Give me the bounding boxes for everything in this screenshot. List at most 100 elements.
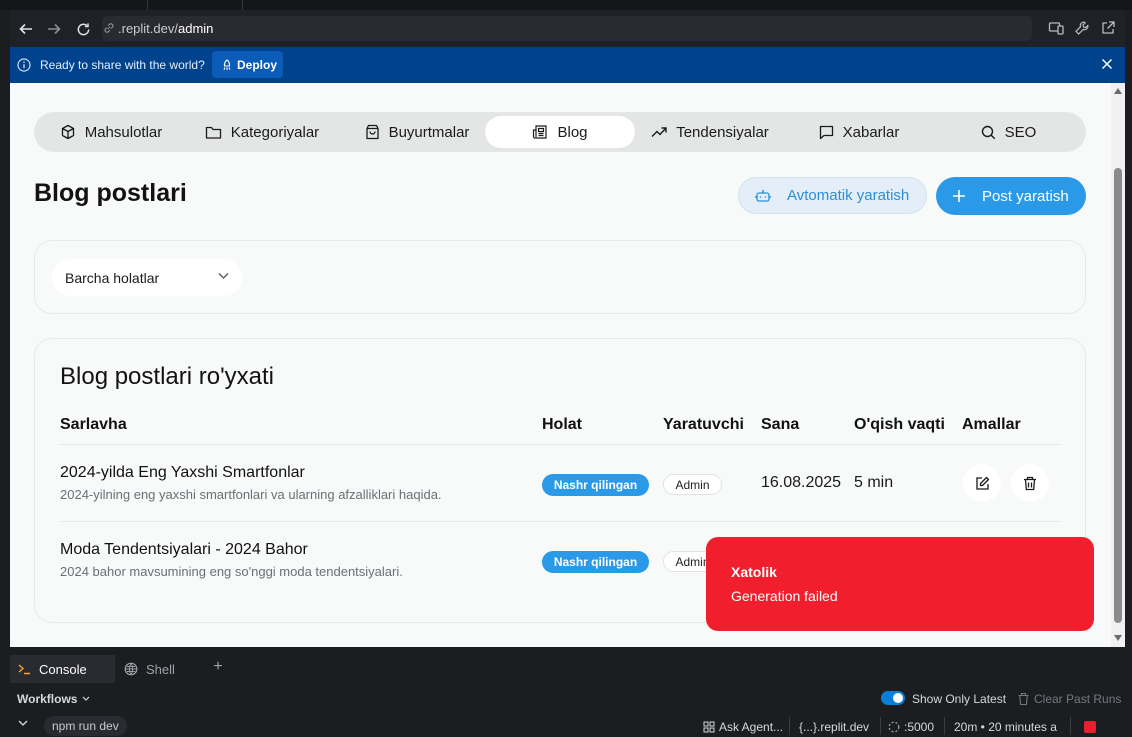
bot-icon — [755, 188, 771, 204]
open-external-icon[interactable] — [1100, 20, 1118, 38]
edit-icon — [975, 476, 990, 491]
chevron-down-icon — [218, 272, 229, 280]
tab-label: Xabarlar — [842, 123, 900, 141]
page-title: Blog postlari — [34, 179, 187, 207]
trash-icon — [1018, 693, 1029, 705]
browser-tab[interactable] — [18, 0, 148, 10]
column-header: Holat — [542, 416, 582, 433]
column-header: Yaratuvchi — [663, 416, 744, 433]
link-icon — [103, 22, 115, 34]
scroll-up-icon[interactable] — [1114, 88, 1122, 94]
status-filter-select[interactable]: Barcha holatlar — [52, 259, 242, 296]
tab-kategoriyalar[interactable]: Kategoriyalar — [193, 116, 331, 148]
clear-past-runs-button[interactable]: Clear Past Runs — [1018, 692, 1121, 706]
back-icon[interactable] — [16, 19, 36, 39]
close-icon[interactable] — [1101, 58, 1113, 70]
workspace-bottom-panel: Console Shell + Workflows Show Only Late… — [0, 647, 1132, 737]
divider — [60, 521, 1061, 522]
error-toast[interactable]: Xatolik Generation failed — [706, 537, 1094, 631]
workflow-name[interactable]: npm run dev — [44, 716, 127, 736]
add-tab-button[interactable]: + — [210, 659, 226, 675]
tab-label: Tendensiyalar — [676, 123, 769, 141]
list-title: Blog postlari ro'yxati — [60, 363, 275, 390]
tab-label: Kategoriyalar — [230, 123, 320, 141]
domain-link[interactable]: {...}.replit.dev — [799, 720, 869, 734]
status-filter-value: Barcha holatlar — [65, 269, 160, 286]
post-description: 2024 bahor mavsumining eng so'nggi moda … — [60, 564, 403, 579]
author-badge: Admin — [663, 474, 722, 495]
tab-seo[interactable]: SEO — [971, 116, 1046, 148]
deploy-banner: Ready to share with the world? Deploy — [10, 47, 1125, 83]
tab-label: Mahsulotlar — [84, 123, 163, 141]
deploy-button[interactable]: Deploy — [212, 51, 283, 78]
loading-icon — [888, 721, 900, 733]
divider — [60, 444, 1061, 445]
tab-label: Shell — [146, 661, 175, 677]
auto-generate-button[interactable]: Avtomatik yaratish — [738, 177, 927, 214]
tab-tendensiyalar[interactable]: Tendensiyalar — [645, 116, 775, 148]
agent-icon — [703, 721, 715, 733]
collapse-chevron-icon[interactable] — [18, 720, 28, 727]
tab-blog[interactable]: Blog — [485, 116, 635, 148]
chevron-down-icon — [82, 696, 90, 702]
tab-label: Buyurtmalar — [388, 123, 470, 141]
clear-runs-label: Clear Past Runs — [1034, 692, 1122, 706]
url-bar[interactable] — [102, 16, 1032, 41]
tab-buyurtmalar[interactable]: Buyurtmalar — [347, 116, 487, 148]
edit-button[interactable] — [963, 464, 1001, 502]
message-icon — [819, 125, 834, 140]
show-latest-toggle[interactable] — [881, 691, 905, 705]
post-title: 2024-yilda Eng Yaxshi Smartfonlar — [60, 464, 305, 481]
column-header: Amallar — [962, 416, 1021, 433]
create-post-button[interactable]: Post yaratish — [936, 177, 1086, 215]
post-date: 16.08.2025 — [761, 474, 842, 491]
info-icon — [17, 58, 31, 72]
reload-icon[interactable] — [73, 19, 93, 39]
read-time: 5 min — [854, 474, 894, 491]
scroll-thumb[interactable] — [1114, 168, 1122, 623]
tab-shell[interactable]: Shell — [116, 655, 200, 683]
url-path: admin — [177, 21, 214, 36]
url-host: .replit.dev/ — [118, 21, 178, 36]
port-label: :5000 — [904, 720, 935, 734]
status-badge: Nashr qilingan — [542, 474, 649, 496]
show-latest-label: Show Only Latest — [912, 692, 1007, 706]
run-time: 20m • 20 minutes a — [954, 720, 1057, 734]
divider — [944, 717, 945, 735]
column-header: Sarlavha — [60, 416, 127, 433]
toast-message: Generation failed — [731, 588, 838, 604]
browser-tab-active[interactable] — [148, 0, 243, 10]
browser-toolbar: .replit.dev/admin — [10, 10, 1125, 47]
wrench-icon[interactable] — [1074, 20, 1092, 38]
divider — [789, 717, 790, 735]
tab-label: Blog — [557, 123, 588, 141]
divider — [880, 717, 881, 735]
ask-agent-button[interactable]: Ask Agent... — [703, 720, 783, 734]
tab-label: Console — [39, 661, 87, 677]
auto-generate-label: Avtomatik yaratish — [787, 187, 910, 204]
post-title: Moda Tendentsiyalari - 2024 Bahor — [60, 541, 308, 558]
scroll-down-icon[interactable] — [1114, 635, 1122, 641]
column-header: O'qish vaqti — [854, 416, 945, 433]
devices-icon[interactable] — [1048, 20, 1066, 38]
status-badge: Nashr qilingan — [542, 551, 649, 573]
tab-xabarlar[interactable]: Xabarlar — [809, 116, 909, 148]
rocket-icon — [221, 58, 233, 71]
shell-icon — [124, 662, 138, 676]
trash-icon — [1023, 476, 1037, 491]
scrollbar[interactable] — [1111, 83, 1125, 647]
tab-mahsulotlar[interactable]: Mahsulotlar — [46, 116, 176, 148]
post-description: 2024-yilning eng yaxshi smartfonlari va … — [60, 487, 442, 502]
workflows-dropdown[interactable]: Workflows — [17, 692, 90, 706]
stop-icon[interactable] — [1084, 721, 1096, 733]
trending-up-icon — [651, 126, 667, 138]
ask-agent-label: Ask Agent... — [719, 720, 784, 734]
column-header: Sana — [761, 416, 800, 433]
delete-button[interactable] — [1011, 464, 1049, 502]
forward-icon[interactable] — [44, 19, 64, 39]
divider — [1070, 717, 1071, 735]
tab-console[interactable]: Console — [10, 655, 115, 683]
filter-card: Barcha holatlar — [34, 240, 1086, 314]
shopping-bag-icon — [365, 124, 380, 140]
port-indicator[interactable]: :5000 — [888, 720, 934, 734]
